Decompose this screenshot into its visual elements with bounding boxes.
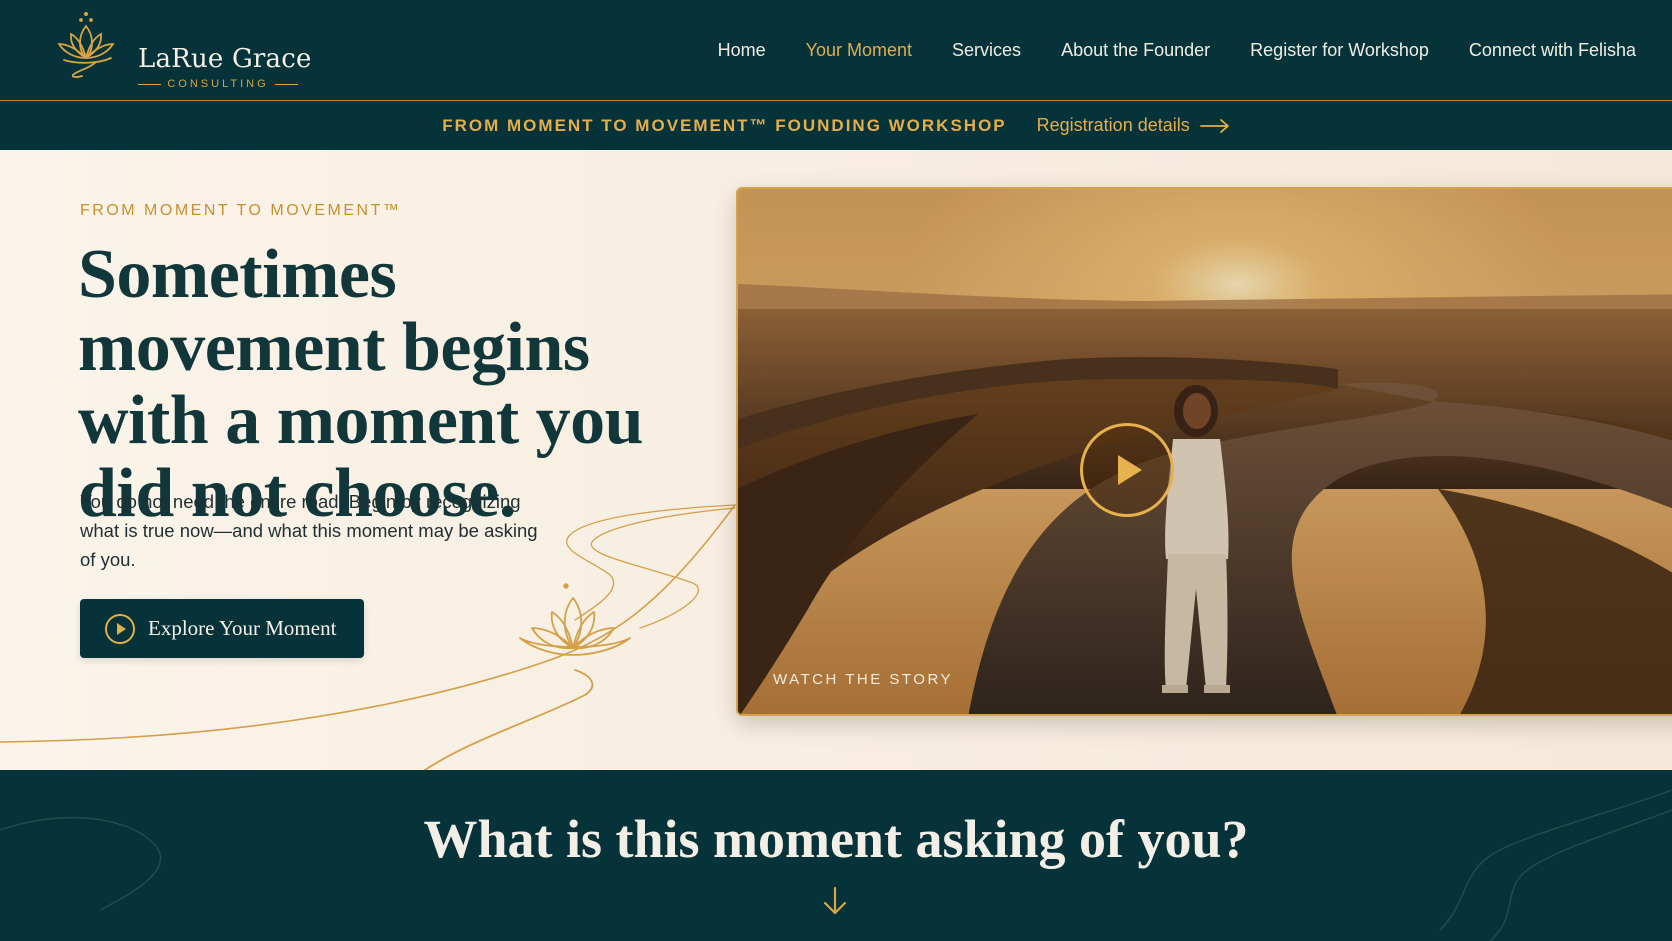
announcement-title: FROM MOMENT TO MOVEMENT™ FOUNDING WORKSH…	[442, 115, 1007, 135]
brand-rule-left	[138, 83, 162, 85]
play-icon	[1118, 455, 1142, 485]
hero-section: FROM MOMENT TO MOVEMENT™ Sometimes movem…	[0, 150, 1672, 770]
nav-item-about-founder[interactable]: About the Founder	[1061, 40, 1210, 61]
explore-your-moment-label: Explore Your Moment	[148, 616, 337, 640]
section-title: What is this moment asking of you?	[423, 809, 1249, 869]
main-nav: Home Your Moment Services About the Foun…	[718, 40, 1636, 61]
nav-item-connect[interactable]: Connect with Felisha	[1469, 40, 1636, 61]
brand-name: LaRue Grace	[138, 44, 312, 74]
hero-body: You do not need the entire road. Begin b…	[80, 491, 538, 570]
registration-details-label: Registration details	[1036, 115, 1190, 135]
lotus-logo-icon	[57, 12, 115, 78]
nav-item-register-workshop[interactable]: Register for Workshop	[1250, 40, 1429, 61]
brand-subtitle: CONSULTING	[138, 78, 298, 90]
nav-item-home[interactable]: Home	[718, 40, 766, 61]
story-video-player[interactable]: WATCH THE STORY	[736, 187, 1672, 716]
brand-logo[interactable]: LaRue Grace CONSULTING	[56, 12, 311, 90]
arrow-right-icon	[1199, 118, 1229, 133]
site-header: LaRue Grace CONSULTING Home Your Moment …	[0, 0, 1672, 101]
hero-eyebrow: FROM MOMENT TO MOVEMENT™	[80, 202, 402, 219]
moment-question-section: What is this moment asking of you?	[0, 770, 1672, 941]
explore-your-moment-button[interactable]: Explore Your Moment	[80, 599, 364, 658]
nav-item-services[interactable]: Services	[952, 40, 1021, 61]
watch-story-label: WATCH THE STORY	[773, 671, 954, 688]
registration-details-link[interactable]: Registration details	[1037, 115, 1230, 136]
brand-rule-right	[274, 83, 298, 85]
arrow-down-icon[interactable]	[818, 884, 852, 918]
play-circle-icon	[105, 613, 135, 644]
video-thumbnail	[738, 189, 1672, 714]
brand-subtitle-text: CONSULTING	[167, 78, 269, 90]
video-play-button[interactable]	[1080, 423, 1174, 517]
nav-item-your-moment[interactable]: Your Moment	[806, 40, 912, 61]
announcement-bar: FROM MOMENT TO MOVEMENT™ FOUNDING WORKSH…	[0, 101, 1672, 150]
